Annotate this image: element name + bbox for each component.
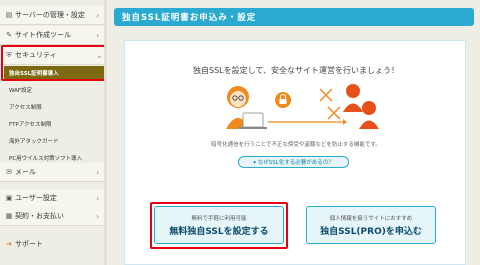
sidebar-subitem-overseas[interactable]: 海外アタックガード: [4, 134, 104, 147]
mail-icon: ✉: [6, 168, 12, 176]
sidebar-item-user[interactable]: ▣ ユーザー設定 ›: [0, 189, 106, 208]
sidebar-item-label: ユーザー設定: [15, 194, 57, 202]
pro-ssl-sublabel: 個人情報を扱うサイトにおすすめ: [329, 216, 413, 222]
gear-icon: ▤: [5, 11, 13, 19]
why-ssl-link[interactable]: ▾ なぜSSL化する必要があるの？: [238, 156, 349, 168]
arrow-icon: ➔: [6, 239, 12, 248]
sidebar-item-site-tools[interactable]: ✎ サイト作成ツール ›: [0, 26, 106, 45]
page-header: 独自SSL証明書お申込み・設定: [114, 8, 474, 26]
lead-text: 独自SSLを設定して、安全なサイト運営を行いましょう！: [193, 66, 399, 75]
sidebar-item-label: サーバーの管理・設定: [15, 11, 85, 19]
main-content: 独自SSL証明書お申込み・設定 独自SSLを設定して、安全なサイト運営を行いまし…: [110, 0, 480, 265]
highlight-box-free-ssl: [150, 202, 288, 249]
person-at-laptop-icon: [226, 86, 267, 129]
lock-icon: [275, 92, 291, 108]
pencil-icon: ✎: [6, 31, 12, 39]
sidebar-item-label: 契約・お支払い: [15, 212, 64, 220]
sidebar-item-server[interactable]: ▤ サーバーの管理・設定 ›: [0, 6, 106, 25]
sidebar-subitem-waf[interactable]: WAF設定: [4, 83, 104, 96]
highlight-box-sidebar: [1, 45, 107, 81]
ssl-panel: 独自SSLを設定して、安全なサイト運営を行いましょう！ 暗号化通信を行うことで不…: [124, 40, 466, 265]
attacker-icon: [343, 84, 379, 129]
ssl-description: 暗号化通信を行うことで不正な傍受や盗聴などを防止する機能です。: [211, 142, 381, 148]
sidebar: ▤ サーバーの管理・設定 › ✎ サイト作成ツール › ⛨ セキュリティ ⌄ 独…: [0, 0, 110, 265]
sidebar-item-support[interactable]: ➔ サポート: [0, 234, 106, 253]
sidebar-subitem-ftp[interactable]: FTPアクセス制限: [4, 117, 104, 130]
pro-ssl-label: 独自SSL(PRO)を申込む: [320, 227, 422, 237]
sidebar-scrollbar[interactable]: [104, 0, 107, 265]
page-title: 独自SSL証明書お申込み・設定: [122, 13, 257, 23]
sidebar-item-label: メール: [15, 168, 36, 176]
ssl-illustration: [226, 84, 379, 129]
sidebar-item-label: サイト作成ツール: [15, 31, 71, 39]
sidebar-item-label: サポート: [15, 239, 43, 248]
sidebar-item-mail[interactable]: ✉ メール ›: [0, 163, 106, 182]
blocked-x-icon: [319, 88, 341, 120]
sidebar-subitem-access[interactable]: アクセス制限: [4, 100, 104, 113]
pro-ssl-button[interactable]: 個人情報を扱うサイトにおすすめ 独自SSL(PRO)を申込む: [306, 206, 436, 244]
sidebar-item-contract[interactable]: ▦ 契約・お支払い ›: [0, 207, 106, 226]
user-icon: ▣: [5, 194, 13, 202]
wallet-icon: ▦: [5, 212, 13, 220]
